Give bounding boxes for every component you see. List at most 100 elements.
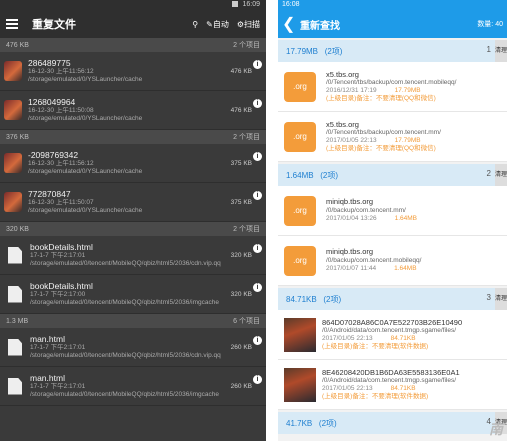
group-header: 320 KB 2 个项目: [0, 222, 266, 236]
group-size: 376 KB: [6, 133, 29, 141]
group-size: 17.79MB: [286, 46, 319, 56]
group-count: (2项): [316, 294, 342, 304]
item-path: /storage/emulated/0/YSLauncher/cache: [28, 206, 143, 214]
thumbnail-image: [4, 61, 22, 81]
back-icon[interactable]: ❮: [282, 14, 300, 34]
thumbnail-image: [4, 153, 22, 173]
org-file-icon: .org: [284, 195, 316, 226]
item-meta: 2017/01/04 13:26 1.64MB: [326, 215, 503, 223]
group-header: 84.71KB (2项) 3 清理: [278, 288, 507, 310]
auto-button[interactable]: ✎ 自动: [206, 19, 229, 30]
group-count: 2 个项目: [233, 42, 260, 49]
list-item[interactable]: bookDetails.html 17-1-7 下午2:17:00/storage…: [0, 275, 266, 314]
info-icon[interactable]: i: [253, 244, 262, 253]
toolbar: 重复文件 ⚲ ✎ 自动 ⚙ 扫描: [0, 10, 266, 38]
list-item[interactable]: .org x5.tbs.org/0/Tencent/tbs/backup/com.…: [278, 62, 507, 112]
group-header: 1.3 MB 6 个项目: [0, 314, 266, 328]
thumbnail-image: [284, 367, 316, 402]
item-meta: 2016/12/31 17:19 17.79MB: [326, 87, 503, 95]
scan-button[interactable]: ⚙ 扫描: [237, 19, 260, 30]
item-text: -2098769342 16-12-30 上午11:56:12/storage/e…: [28, 149, 260, 176]
group-header: 476 KB 2 个项目: [0, 38, 266, 52]
item-date: 2017/01/05 22:13: [322, 385, 373, 393]
info-icon[interactable]: i: [253, 191, 262, 200]
group-count: 2 个项目: [233, 226, 260, 233]
clean-button[interactable]: 清理: [495, 288, 507, 310]
list-item[interactable]: man.html 17-1-7 下午2:17:01/storage/emulate…: [0, 328, 266, 367]
item-size: 375 KB: [230, 199, 252, 206]
list-item[interactable]: 286489775 16-12-30 上午11:56:12/storage/emu…: [0, 52, 266, 91]
file-icon: [8, 246, 22, 264]
item-text: x5.tbs.org/0/Tencent/tbs/backup/com.tenc…: [326, 121, 503, 153]
list-item[interactable]: .org miniqb.tbs.org/0/backup/com.tencent.…: [278, 186, 507, 236]
info-icon[interactable]: i: [253, 99, 262, 108]
status-bar: 16:09: [0, 0, 266, 10]
item-name: bookDetails.html: [30, 280, 93, 291]
item-path: /0/backup/com.tencent.mobileqq/: [326, 257, 422, 265]
group-count: (2项): [313, 170, 339, 180]
list-item[interactable]: .org miniqb.tbs.org/0/backup/com.tencent.…: [278, 236, 507, 286]
info-icon[interactable]: i: [253, 283, 262, 292]
item-date: 2017/01/07 11:44: [326, 264, 377, 272]
clean-button[interactable]: 清理: [495, 40, 507, 62]
item-name: 8E46208420DB1B6DA63E5583136E0A1: [322, 368, 460, 377]
info-icon[interactable]: i: [253, 336, 262, 345]
org-file-icon: .org: [284, 245, 316, 276]
item-name: man.html: [30, 333, 65, 344]
item-path: /0/backup/com.tencent.mm/: [326, 207, 406, 215]
list-item[interactable]: .org x5.tbs.org/0/Tencent/tbs/backup/com.…: [278, 112, 507, 162]
item-name: 772870847: [28, 188, 71, 199]
group-size: 1.3 MB: [6, 317, 29, 325]
item-text: bookDetails.html 17-1-7 下午2:17:01/storage…: [30, 241, 260, 268]
item-meta: 2017/01/07 11:44 1.64MB: [326, 265, 503, 273]
duplicate-files-panel: 16:09 重复文件 ⚲ ✎ 自动 ⚙ 扫描 476 KB 2 个项目 28648977…: [0, 0, 266, 441]
item-size: 1.64MB: [394, 214, 418, 222]
item-name: -2098769342: [28, 149, 79, 160]
item-name: bookDetails.html: [30, 241, 93, 252]
item-size: 17.79MB: [394, 137, 421, 145]
item-size: 476 KB: [230, 68, 252, 75]
group-header: 41.7KB (2项) 4 清理: [278, 412, 507, 434]
group-header: 1.64MB (2项) 2 清理: [278, 164, 507, 186]
item-size: 1.64MB: [394, 264, 417, 272]
duplicate-list: 476 KB 2 个项目 286489775 16-12-30 上午11:56:12/…: [0, 38, 266, 406]
scan-icon: ⚙: [236, 19, 244, 29]
item-text: miniqb.tbs.org/0/backup/com.tencent.mm/2…: [326, 198, 503, 222]
list-item[interactable]: 864D07028A86C0A7E522703B26E10490/0/Andro…: [278, 310, 507, 360]
group-size: 41.7KB: [286, 418, 313, 428]
item-meta: 2017/01/05 22:13 17.79MB: [326, 137, 503, 145]
group-number: 2: [486, 169, 491, 178]
item-note: (上级目录)备注：不要清理(软件数据): [322, 392, 429, 400]
info-icon[interactable]: i: [253, 60, 262, 69]
group-count: 2 个项目: [233, 134, 260, 141]
list-item[interactable]: 772870847 16-12-30 上午11:50:07/storage/emu…: [0, 183, 266, 222]
search-icon[interactable]: ⚲: [192, 20, 198, 29]
item-size: 375 KB: [230, 160, 252, 167]
list-item[interactable]: man.html 17-1-7 下午2:17:01/storage/emulate…: [0, 367, 266, 406]
toolbar: ❮ 重新查找 数量: 40: [278, 10, 507, 38]
list-item[interactable]: 8E46208420DB1B6DA63E5583136E0A1/0/Androi…: [278, 360, 507, 410]
item-name: 1268049964: [28, 96, 76, 107]
item-text: 286489775 16-12-30 上午11:56:12/storage/emu…: [28, 58, 260, 84]
item-path: /storage/emulated/0/YSLauncher/cache: [28, 167, 143, 175]
item-size: 260 KB: [230, 383, 252, 390]
file-icon: [8, 285, 22, 303]
menu-icon[interactable]: [6, 17, 18, 31]
page-title: 重复文件: [32, 19, 76, 31]
item-text: 772870847 16-12-30 上午11:50:07/storage/emu…: [28, 188, 260, 215]
thumbnail-image: [4, 100, 22, 120]
item-size: 476 KB: [230, 107, 252, 114]
list-item[interactable]: 1268049964 16-12-30 上午11:50:08/storage/em…: [0, 91, 266, 130]
item-note: (上级目录)备注：不要清理(QQ和微信): [326, 94, 436, 102]
info-icon[interactable]: i: [253, 375, 262, 384]
group-number: 1: [486, 45, 491, 54]
info-icon[interactable]: i: [253, 152, 262, 161]
list-item[interactable]: -2098769342 16-12-30 上午11:56:12/storage/e…: [0, 144, 266, 183]
result-list: 17.79MB (2项) 1 清理 .org x5.tbs.org/0/Tencent/…: [278, 40, 507, 434]
auto-icon: ✎: [206, 19, 213, 29]
item-path: /storage/emulated/0/YSLauncher/cache: [28, 114, 143, 122]
item-text: 1268049964 16-12-30 上午11:50:08/storage/em…: [28, 96, 260, 123]
item-path: /storage/emulated/0/tencent/MobileQQ/qbi…: [30, 259, 221, 267]
clean-button[interactable]: 清理: [495, 164, 507, 186]
list-item[interactable]: bookDetails.html 17-1-7 下午2:17:01/storage…: [0, 236, 266, 275]
